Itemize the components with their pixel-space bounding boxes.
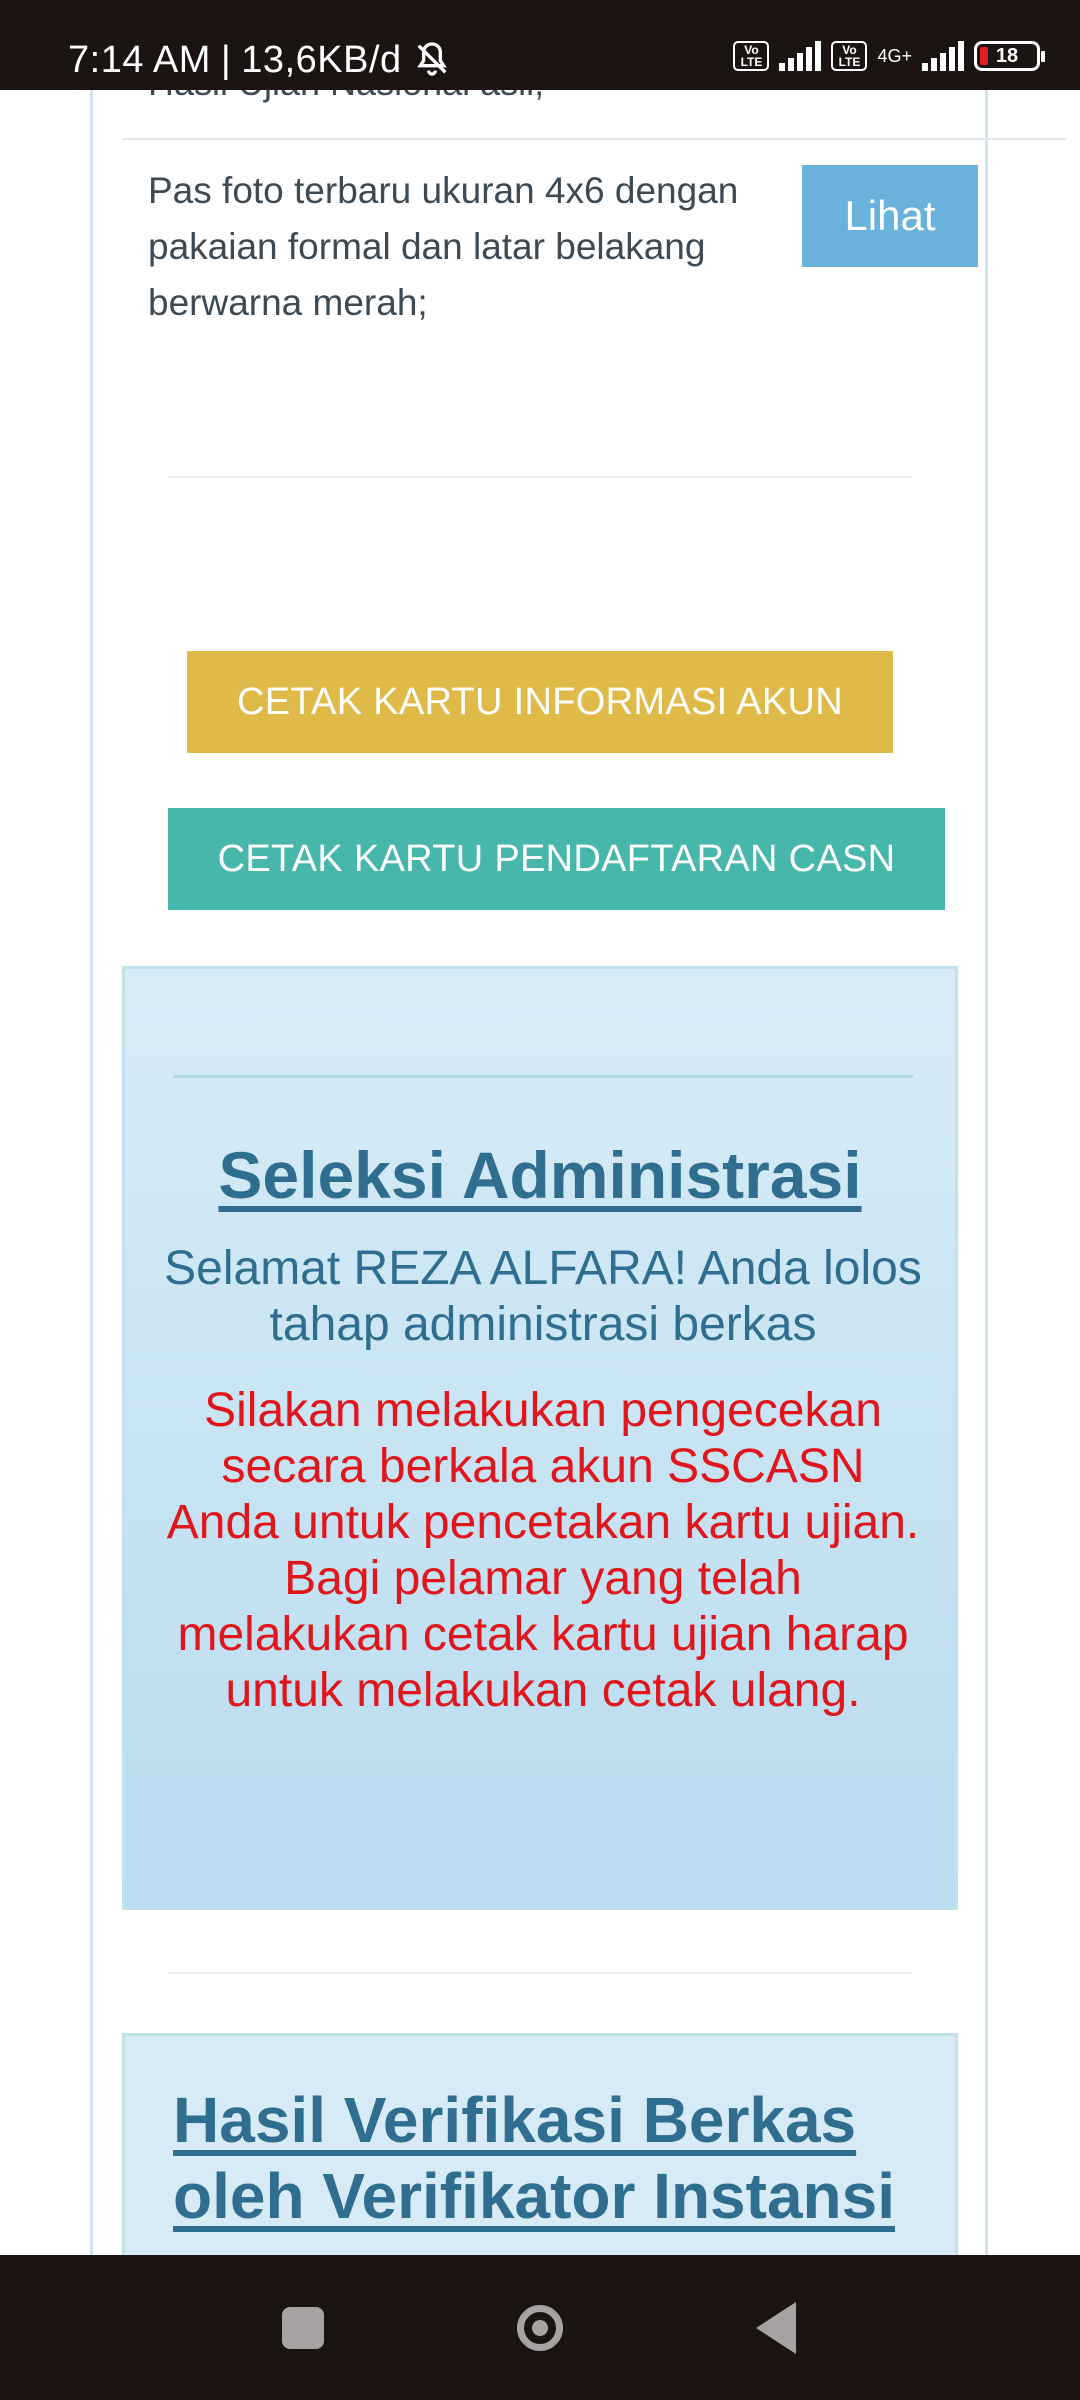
home-icon [517,2304,563,2351]
panel-divider [173,1075,913,1078]
admin-selection-title[interactable]: Seleksi Administrasi [125,1137,955,1213]
signal-icon [779,41,822,71]
status-separator: | [220,38,232,81]
status-time: 7:14 AM [68,38,211,81]
home-button[interactable] [480,2255,600,2400]
signal-icon [922,41,964,71]
print-registration-card-button[interactable]: CETAK KARTU PENDAFTARAN CASN [168,808,945,910]
verification-title[interactable]: Hasil Verifikasi Berkas oleh Verifikator… [173,2082,933,2234]
document-item-photo: Pas foto terbaru ukuran 4x6 dengan pakai… [148,170,739,323]
admin-notice-message: Silakan melakukan pengecekan secara berk… [166,1384,920,1717]
content-border-left [90,90,93,2255]
volte-icon: Vo LTE [831,41,868,71]
section-divider [168,476,912,478]
network-type: 4G+ [877,46,912,66]
admin-congrats-message: Selamat REZA ALFARA! Anda lolos tahap ad… [164,1242,922,1351]
row-divider [122,138,1066,140]
back-icon [756,2301,796,2354]
network-speed: 13,6KB/d [241,38,402,81]
recents-icon [282,2306,324,2349]
battery-low-fill [980,47,988,65]
status-bar: 7:14 AM | 13,6KB/d Vo LTE Vo LTE 4G+ 18 [0,0,1080,90]
battery-level: 18 [995,45,1019,67]
volte-icon: Vo LTE [733,41,770,71]
back-button[interactable] [716,2255,836,2400]
navigation-bar [0,2255,1080,2400]
content-border-right [985,90,988,2255]
section-divider [168,1972,912,1974]
battery-icon: 18 [974,41,1045,71]
status-left: 7:14 AM | 13,6KB/d [68,0,452,90]
status-right: Vo LTE Vo LTE 4G+ 18 [733,36,1045,76]
admin-selection-panel: Seleksi Administrasi Selamat REZA ALFARA… [122,966,958,1910]
recents-button[interactable] [243,2255,363,2400]
network-indicator: 4G+ [877,46,912,66]
view-document-button[interactable]: Lihat [802,165,978,267]
bell-off-icon [416,42,447,76]
print-account-card-button[interactable]: CETAK KARTU INFORMASI AKUN [187,651,893,753]
